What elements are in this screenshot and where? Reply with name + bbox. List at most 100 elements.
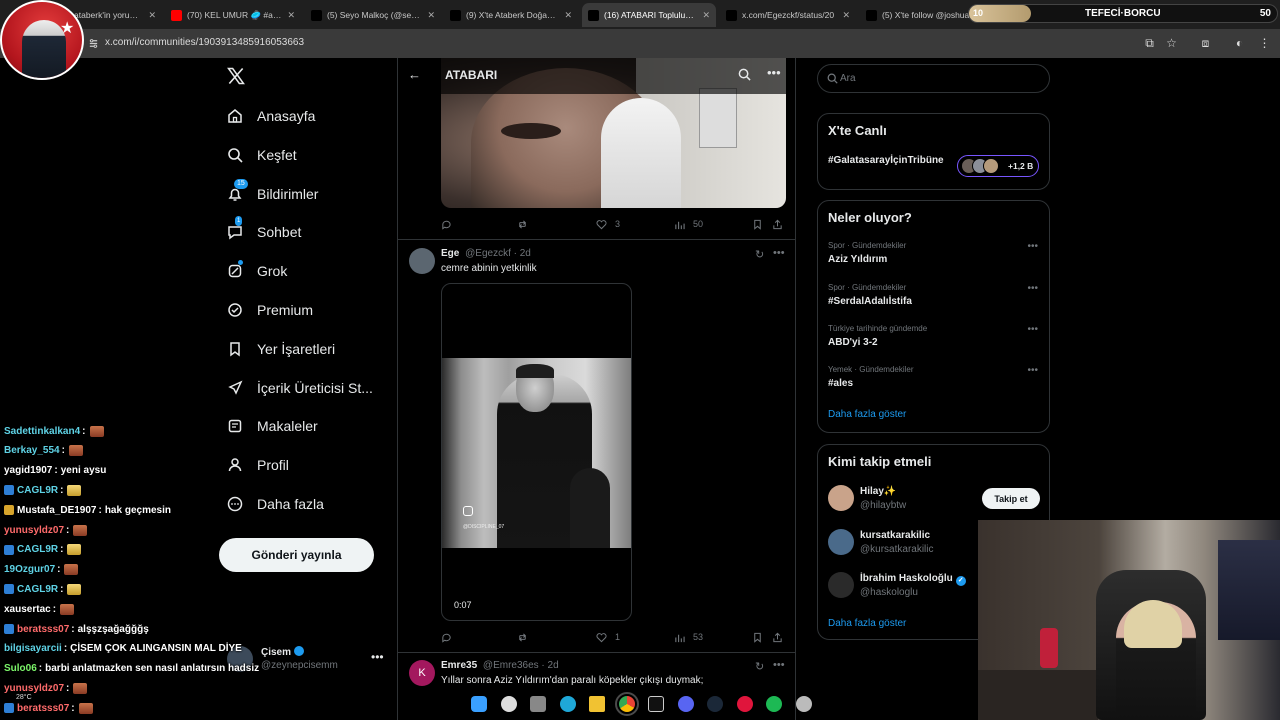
x-logo-icon[interactable] xyxy=(226,66,246,86)
more-dots-icon[interactable]: ••• xyxy=(1027,241,1038,252)
post-author[interactable]: Emre35 xyxy=(441,660,477,671)
more-dots-icon[interactable]: ••• xyxy=(767,65,781,80)
bookmark-button[interactable] xyxy=(752,219,767,230)
search-icon[interactable] xyxy=(738,68,751,81)
chat-emote-icon xyxy=(73,524,88,536)
tab-close-icon[interactable]: ✕ xyxy=(148,10,156,21)
reply-button[interactable] xyxy=(441,219,460,230)
extensions-icon[interactable]: ⧈ xyxy=(1199,37,1212,50)
like-button[interactable]: 1 xyxy=(596,632,620,643)
chat-badge-icon xyxy=(4,505,14,516)
more-dots-icon[interactable]: ••• xyxy=(371,650,384,664)
post-handle[interactable]: @Egezckf xyxy=(465,248,511,259)
url-bar[interactable]: x.com/i/communities/1903913485916053663 xyxy=(105,37,304,48)
more-dots-icon[interactable]: ••• xyxy=(1027,283,1038,294)
chat-username[interactable]: yagid1907 xyxy=(4,465,52,476)
chat-username[interactable]: Sulo06 xyxy=(4,663,37,674)
windows-icon[interactable] xyxy=(471,696,487,712)
chat-username[interactable]: Mustafa_DE1907 xyxy=(17,505,96,516)
more-dots-icon[interactable]: ••• xyxy=(773,247,785,259)
chat-separator: : xyxy=(63,643,68,655)
like-button[interactable]: 3 xyxy=(596,219,620,230)
more-dots-icon[interactable]: ••• xyxy=(1027,324,1038,335)
bookmark-star-icon[interactable]: ☆ xyxy=(1165,37,1178,50)
who-show-more-link[interactable]: Daha fazla göster xyxy=(828,618,906,629)
site-info-icon[interactable] xyxy=(88,38,99,49)
explorer-icon[interactable] xyxy=(589,696,605,712)
avatar[interactable] xyxy=(409,248,435,274)
post-handle[interactable]: @Emre36es xyxy=(483,660,539,671)
opera-icon[interactable] xyxy=(736,696,753,712)
nav-item-chat[interactable]: 1 Sohbet xyxy=(226,216,301,245)
nav-item-home[interactable]: Anasayfa xyxy=(226,103,315,129)
live-space-tag[interactable]: #GalatasarayİçinTribüne xyxy=(828,154,948,167)
grok-analyze-icon[interactable]: ↻ xyxy=(755,660,764,673)
trend-item[interactable]: Türkiye tarihinde gündemde ABD'yi 3-2 ••• xyxy=(828,324,1038,348)
grok-analyze-icon[interactable]: ↻ xyxy=(755,248,764,261)
chat-username[interactable]: CAGL9R xyxy=(17,544,58,555)
chat-username[interactable]: 19Ozgur07 xyxy=(4,564,55,575)
share-button[interactable] xyxy=(772,219,787,230)
bookmark-button[interactable] xyxy=(752,632,767,643)
nav-item-premium[interactable]: Premium xyxy=(226,297,313,323)
repost-button[interactable] xyxy=(517,632,536,643)
tab-close-icon[interactable]: ✕ xyxy=(427,10,435,21)
taskview-icon[interactable] xyxy=(530,696,546,712)
trend-item[interactable]: Spor · Gündemdekiler #SerdalAdalıİstifa ••… xyxy=(828,283,1038,307)
trend-item[interactable]: Spor · Gündemdekiler Aziz Yıldırım ••• xyxy=(828,241,1038,265)
tab-close-icon[interactable]: ✕ xyxy=(564,10,572,21)
chat-username[interactable]: bilgisayarcii xyxy=(4,643,62,654)
browser-tab[interactable]: #ff0000 (70) KEL UMUR 🥏 #atab ✕ xyxy=(165,3,301,27)
nav-label: Yer İşaretleri xyxy=(257,341,336,357)
install-icon[interactable]: ⧉ xyxy=(1143,37,1156,50)
follow-button[interactable]: Takip et xyxy=(982,488,1040,509)
browser-tab[interactable]: #000000 (5) Seyo Malkoç (@seyoo ✕ xyxy=(305,3,441,27)
avatar[interactable]: K xyxy=(409,660,435,686)
nav-item-search[interactable]: Keşfet xyxy=(226,142,297,168)
share-button[interactable] xyxy=(772,632,787,643)
views-button[interactable]: 50 xyxy=(674,219,703,230)
tab-close-icon[interactable]: ✕ xyxy=(702,10,710,21)
chat-username[interactable]: xausertac xyxy=(4,604,51,615)
discord-icon[interactable] xyxy=(677,696,694,712)
repost-button[interactable] xyxy=(517,219,536,230)
chat-username[interactable]: Berkay_554 xyxy=(4,445,60,456)
chat-username[interactable]: CAGL9R xyxy=(17,485,58,496)
views-button[interactable]: 53 xyxy=(674,632,703,643)
search-input[interactable]: Ara xyxy=(817,64,1050,93)
browser-tab[interactable]: #000000 x.com/Egezckf/status/20 ✕ xyxy=(720,3,856,27)
chat-username[interactable]: beratsss07 xyxy=(17,624,69,635)
post-time[interactable]: 2d xyxy=(520,248,531,259)
chat-username[interactable]: yunusyldz07 xyxy=(4,525,64,536)
more-dots-icon[interactable]: ••• xyxy=(773,659,785,671)
profile-avatar-icon[interactable]: ◐ xyxy=(1233,37,1246,50)
search-icon[interactable] xyxy=(500,696,517,712)
post-author[interactable]: Ege xyxy=(441,248,459,259)
nav-item-rocket[interactable]: İçerik Üreticisi St... xyxy=(226,375,373,401)
live-listeners-pill[interactable]: +1,2 B xyxy=(957,155,1039,177)
spotify-icon[interactable] xyxy=(766,696,782,712)
reply-button[interactable] xyxy=(441,632,460,643)
x-icon[interactable] xyxy=(648,696,664,712)
weather-widget[interactable]: 28°C xyxy=(16,694,32,701)
tab-close-icon[interactable]: ✕ xyxy=(287,10,295,21)
tab-close-icon[interactable]: ✕ xyxy=(842,10,850,21)
trend-item[interactable]: Yemek · Gündemdekiler #ales ••• xyxy=(828,365,1038,389)
chat-username[interactable]: Sadettinkalkan4 xyxy=(4,426,80,437)
browser-menu-icon[interactable]: ⋮ xyxy=(1258,37,1271,50)
nav-item-bookmark[interactable]: Yer İşaretleri xyxy=(226,336,335,362)
steam-icon[interactable] xyxy=(707,696,723,712)
more-dots-icon[interactable]: ••• xyxy=(1027,365,1038,376)
browser-tab[interactable]: #000000 (16) ATABARI Topluluk / X ✕ xyxy=(582,3,716,27)
settings-icon[interactable] xyxy=(795,696,812,712)
trends-show-more-link[interactable]: Daha fazla göster xyxy=(828,409,906,420)
post-video[interactable]: @DISCIPLINE_07 0:07 xyxy=(441,283,632,621)
nav-item-grok[interactable]: Grok xyxy=(226,258,287,284)
chat-username[interactable]: CAGL9R xyxy=(17,584,58,595)
edge-icon[interactable] xyxy=(559,696,576,712)
browser-tab[interactable]: #000000 (9) X'te Ataberk Doğan: "I ✕ xyxy=(444,3,578,27)
post-time[interactable]: 2d xyxy=(548,660,559,671)
back-arrow-icon[interactable]: ← xyxy=(408,67,421,82)
chrome-icon[interactable] xyxy=(614,692,639,716)
nav-item-bell[interactable]: 15 Bildirimler xyxy=(226,179,318,207)
